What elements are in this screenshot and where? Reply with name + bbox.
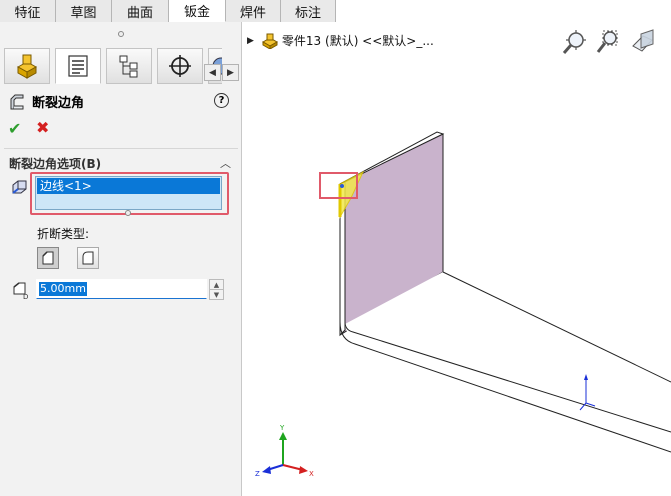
help-icon[interactable]: ? [214,93,229,108]
grip-dot-icon [118,30,124,37]
distance-spinner[interactable]: ▲ ▼ [209,279,224,300]
selected-edge-item[interactable]: 边线<1> [37,178,220,194]
coordinate-axis-triad: Y X Z [255,424,314,478]
ok-button[interactable]: ✔ [8,119,21,138]
manager-tab-scroll: ◀ ▶ [204,64,240,81]
command-manager-tabbar: 特征 草图 曲面 钣金 焊件 标注 [0,0,671,22]
feature-manager-tab[interactable] [4,48,50,84]
panel-grip[interactable] [0,22,242,45]
chamfer-break-button[interactable] [37,247,59,269]
tab-sketch[interactable]: 草图 [56,0,112,22]
cancel-button[interactable]: ✖ [36,118,49,137]
feature-tree-icon [16,54,38,79]
command-manager-tabs: 特征 草图 曲面 钣金 焊件 标注 [0,0,336,22]
section-divider [4,148,238,149]
tab-weldments[interactable]: 焊件 [226,0,281,22]
collapse-chevron-icon[interactable]: ︿ [220,155,231,171]
svg-text:X: X [309,470,314,478]
break-corner-icon [10,94,24,109]
edge-selection-icon [12,180,27,194]
property-manager-tab[interactable] [55,48,101,84]
tab-surfaces[interactable]: 曲面 [112,0,169,22]
feature-title-label: 断裂边角 [32,96,85,111]
svg-text:Y: Y [279,424,285,432]
fillet-break-button[interactable] [77,247,99,269]
tab-markup[interactable]: 标注 [281,0,336,22]
scroll-right-button[interactable]: ▶ [222,64,239,81]
spin-up-icon[interactable]: ▲ [210,280,223,290]
property-list-icon [68,55,88,77]
distance-value: 5.00mm [39,282,87,296]
dimxpert-manager-tab[interactable] [157,48,203,84]
tab-features[interactable]: 特征 [0,0,56,22]
sheet-metal-model[interactable]: Y X Z [243,22,671,496]
chamfer-icon [42,251,54,265]
list-resize-handle[interactable] [125,210,131,216]
configuration-tree-icon [119,55,138,78]
base-plate-face [345,272,671,496]
distance-icon: D [13,282,28,300]
edge-selection-list[interactable]: 边线<1> [35,176,222,210]
property-manager-panel: ◀ ▶ 断裂边角 ? ✔ ✖ 断裂边角选项(B) ︿ 边线<1> 折断类型: D… [0,22,242,496]
graphics-area[interactable]: ▶ 零件13 (默认) <<默认>_... Y X Z [243,22,671,496]
fillet-icon [82,251,94,265]
tab-sheet-metal[interactable]: 钣金 [169,0,226,22]
crosshair-icon [169,55,191,77]
svg-text:D: D [23,293,28,300]
feature-title: 断裂边角 [8,92,84,111]
spin-down-icon[interactable]: ▼ [210,290,223,300]
configuration-manager-tab[interactable] [106,48,152,84]
break-corner-options-title: 断裂边角选项(B) [9,157,102,171]
break-type-label: 折断类型: [37,227,90,241]
distance-input[interactable]: 5.00mm [36,279,207,299]
scroll-left-button[interactable]: ◀ [204,64,221,81]
svg-text:Z: Z [255,470,260,478]
